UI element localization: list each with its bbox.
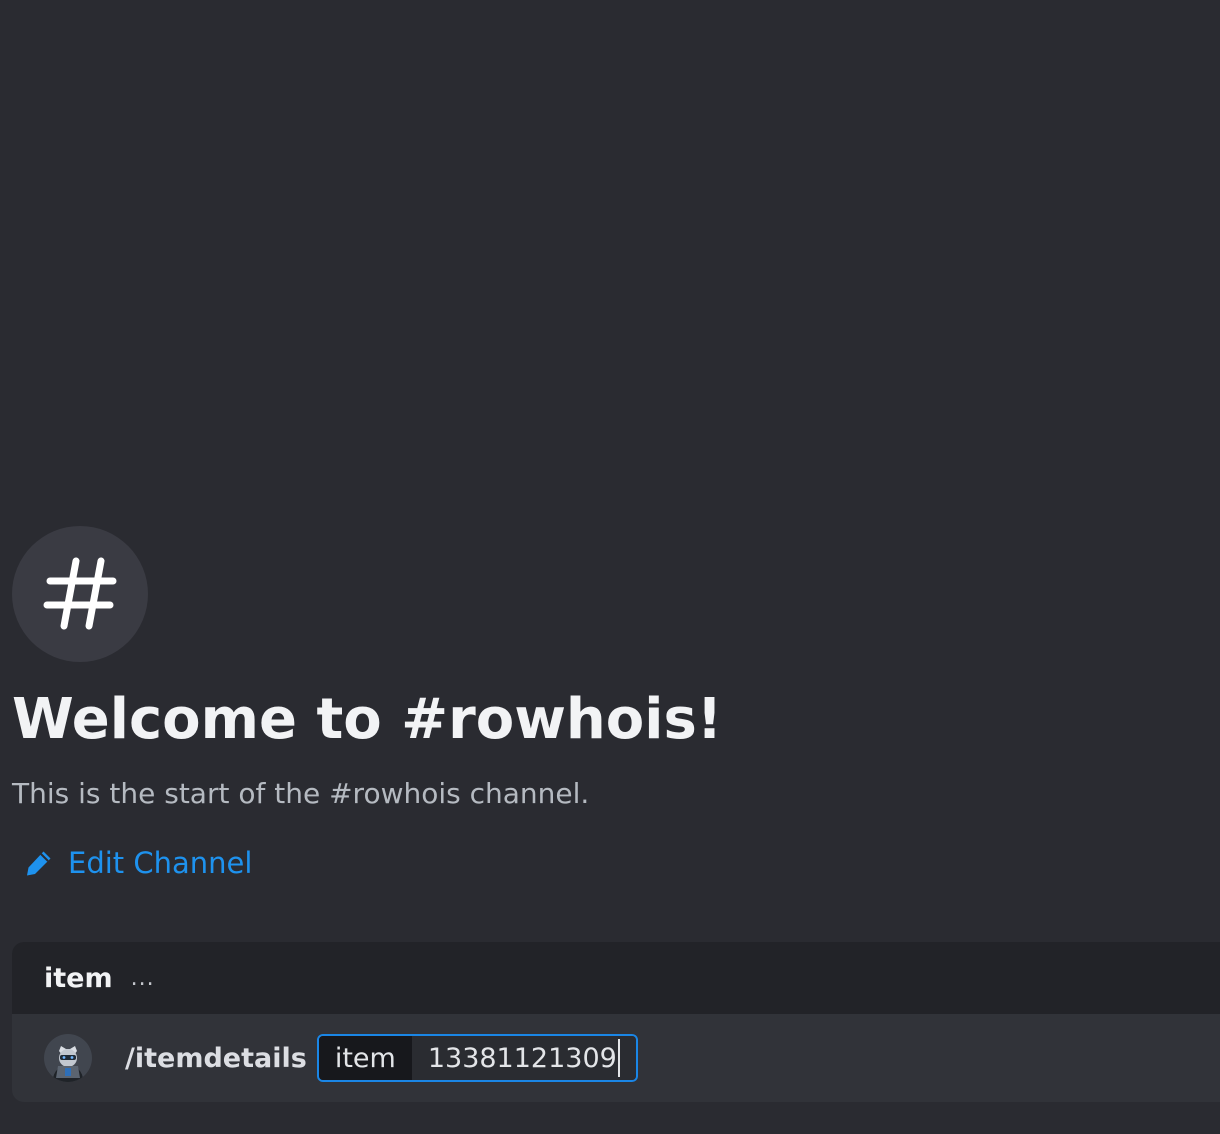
option-value-text: 13381121309 [427,1042,617,1074]
option-value-input[interactable]: 13381121309 [411,1036,636,1080]
text-caret [617,1039,620,1077]
option-name-label: item [318,1036,412,1080]
edit-channel-link[interactable]: Edit Channel [24,844,252,882]
slash-command-panel: item ... /itemdetails item 13381121309 [12,942,1220,1102]
welcome-subtitle: This is the start of the #rowhois channe… [12,777,590,810]
command-suggestion-row[interactable]: /itemdetails item 13381121309 [12,1014,1220,1102]
command-panel-header: item ... [12,942,1220,1014]
hashtag-icon [43,557,117,630]
bot-avatar-icon [44,1034,92,1082]
command-panel-ellipsis: ... [130,965,155,991]
command-name: /itemdetails [125,1042,307,1074]
command-option-field[interactable]: item 13381121309 [316,1034,638,1082]
channel-hash-avatar [12,526,148,662]
command-panel-title: item [44,962,113,994]
pencil-icon [27,851,51,876]
bot-avatar[interactable] [44,1034,92,1082]
welcome-title: Welcome to #rowhois! [12,687,723,752]
edit-channel-label: Edit Channel [68,846,253,880]
